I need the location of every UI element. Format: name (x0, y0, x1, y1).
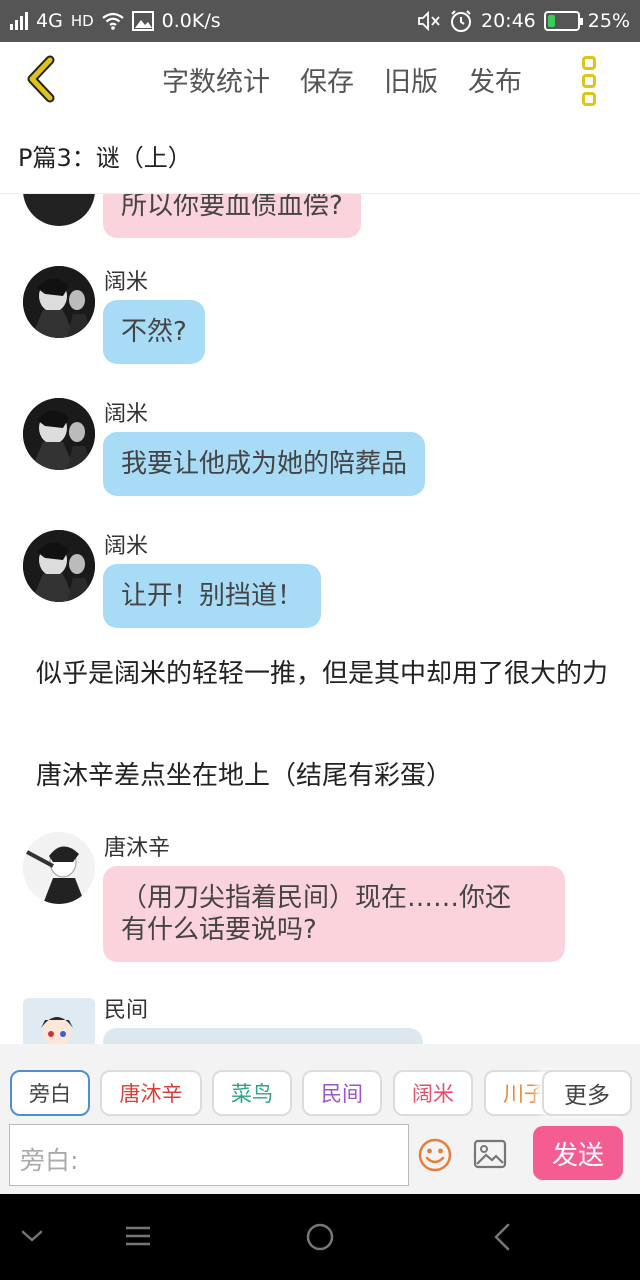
status-bar: 4G HD 0.0K/s 20:46 25% (0, 0, 640, 42)
message-input[interactable]: 旁白: (9, 1124, 409, 1186)
sender-name: 阔米 (104, 534, 149, 559)
old-version-button[interactable]: 旧版 (384, 60, 438, 99)
back-nav-icon[interactable] (492, 1222, 512, 1252)
message-bubble[interactable] (103, 1028, 423, 1044)
avatar[interactable] (23, 398, 95, 470)
character-chip-kuomi[interactable]: 阔米 (393, 1070, 473, 1116)
character-selector: 旁白 唐沐辛 菜鸟 民间 阔米 川子 更多 (0, 1044, 640, 1122)
clock-time: 20:46 (481, 10, 536, 32)
image-icon[interactable] (473, 1139, 507, 1169)
system-nav-bar (0, 1194, 640, 1280)
network-type: 4G (36, 10, 63, 32)
save-button[interactable]: 保存 (300, 60, 354, 99)
avatar[interactable] (23, 832, 95, 904)
alarm-icon (451, 10, 471, 32)
message-bubble[interactable]: 我要让他成为她的陪葬品 (103, 432, 426, 496)
message-line: 有什么话要说吗? (121, 915, 317, 945)
avatar[interactable] (23, 194, 95, 226)
sender-name: 阔米 (104, 270, 149, 295)
message-bubble[interactable]: 所以你要血债血偿? (103, 194, 361, 238)
message-bubble[interactable]: （用刀尖指着民间）现在……你还 有什么话要说吗? (103, 866, 565, 962)
character-chip-tangmuxin[interactable]: 唐沐辛 (100, 1070, 202, 1116)
battery-icon (543, 11, 583, 31)
character-chip-narrator[interactable]: 旁白 (10, 1070, 90, 1116)
more-characters-button[interactable]: 更多 (542, 1070, 632, 1116)
smiley-icon[interactable] (418, 1138, 452, 1172)
network-speed: 0.0K/s (161, 10, 221, 32)
chevron-left-icon[interactable] (22, 54, 62, 104)
menu-icon[interactable] (124, 1224, 152, 1248)
mute-icon (418, 11, 440, 31)
publish-button[interactable]: 发布 (468, 60, 522, 99)
top-toolbar: 字数统计 保存 旧版 发布 (0, 42, 640, 118)
chevron-down-icon[interactable] (20, 1226, 44, 1246)
word-count-button[interactable]: 字数统计 (162, 60, 270, 99)
message-line: （用刀尖指着民间）现在……你还 (121, 883, 512, 913)
narration-text[interactable]: 唐沐辛差点坐在地上（结尾有彩蛋） (36, 760, 616, 793)
avatar[interactable] (23, 530, 95, 602)
narration-text[interactable]: 似乎是阔米的轻轻一推，但是其中却用了很大的力 (36, 658, 616, 691)
send-button[interactable]: 发送 (533, 1126, 623, 1180)
message-bubble[interactable]: 让开！别挡道！ (103, 564, 322, 628)
sender-name: 民间 (104, 998, 149, 1023)
kebab-menu-icon[interactable] (578, 56, 600, 106)
signal-icon (10, 12, 28, 30)
character-chip-minjian[interactable]: 民间 (302, 1070, 382, 1116)
battery-percent: 25% (587, 10, 630, 32)
sender-name: 唐沐辛 (104, 836, 171, 861)
home-icon[interactable] (305, 1222, 335, 1252)
input-bar: 旁白: 发送 (0, 1122, 640, 1194)
wifi-icon (101, 12, 124, 30)
avatar[interactable] (23, 998, 95, 1044)
avatar[interactable] (23, 266, 95, 338)
sender-name: 阔米 (104, 402, 149, 427)
hd-badge: HD (70, 12, 94, 30)
chat-list[interactable]: 所以你要血债血偿? 阔米 不然? 阔米 我要让他成为她的陪葬品 阔米 让开！别挡… (0, 194, 640, 1044)
gallery-icon (131, 11, 154, 31)
character-chip-cainiao[interactable]: 菜鸟 (212, 1070, 292, 1116)
message-bubble[interactable]: 不然? (103, 300, 205, 364)
chapter-title[interactable]: P篇3：谜（上） (0, 118, 640, 194)
